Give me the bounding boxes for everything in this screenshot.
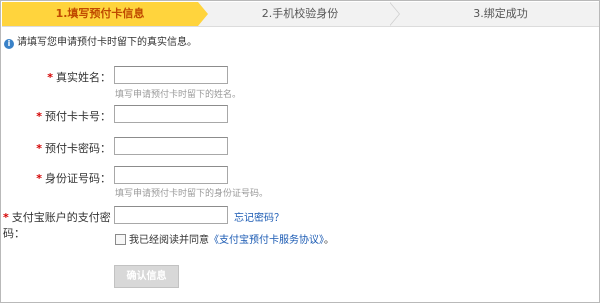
page-frame: 1.填写预付卡信息 2.手机校验身份 3.绑定成功 i 请填写您申请预付卡时留下的… — [0, 0, 600, 303]
info-notice: i 请填写您申请预付卡时留下的真实信息。 — [4, 37, 197, 49]
required-mark: * — [36, 110, 42, 123]
card-number-label: * 预付卡卡号： — [36, 110, 111, 123]
card-number-input[interactable] — [114, 105, 228, 123]
id-number-label: * 身份证号码： — [36, 172, 111, 185]
step-arrow-divider-fill — [389, 2, 399, 26]
alipay-password-label: * 支付宝账户的支付密码： — [3, 211, 111, 240]
card-password-input[interactable] — [114, 137, 228, 155]
agreement-suffix: 。 — [324, 235, 334, 246]
notice-text: 请填写您申请预付卡时留下的真实信息。 — [17, 37, 197, 48]
real-name-label: * 真实姓名： — [47, 71, 111, 84]
progress-steps: 1.填写预付卡信息 2.手机校验身份 3.绑定成功 — [2, 2, 599, 27]
confirm-button[interactable]: 确认信息 — [114, 265, 179, 288]
agreement-checkbox[interactable] — [115, 234, 126, 245]
required-mark: * — [36, 172, 42, 185]
step-bind-success: 3.绑定成功 — [473, 7, 528, 20]
real-name-input[interactable] — [114, 66, 228, 84]
id-number-input[interactable] — [114, 166, 228, 184]
info-icon: i — [4, 39, 14, 49]
agreement-row: 我已经阅读并同意《支付宝预付卡服务协议》。 — [115, 234, 334, 247]
required-mark: * — [36, 142, 42, 155]
step-phone-verify: 2.手机校验身份 — [261, 7, 339, 20]
agreement-prefix: 我已经阅读并同意 — [129, 235, 209, 246]
required-mark: * — [3, 211, 9, 224]
id-number-hint: 填写申请预付卡时留下的身份证号码。 — [115, 189, 269, 199]
real-name-hint: 填写申请预付卡时留下的姓名。 — [115, 90, 242, 100]
agreement-link[interactable]: 《支付宝预付卡服务协议》 — [209, 235, 324, 246]
required-mark: * — [47, 71, 53, 84]
card-password-label: * 预付卡密码： — [36, 142, 111, 155]
alipay-password-input[interactable] — [114, 206, 228, 224]
forgot-password-link[interactable]: 忘记密码？ — [234, 209, 284, 224]
step-fill-card-info: 1.填写预付卡信息 — [2, 2, 198, 26]
